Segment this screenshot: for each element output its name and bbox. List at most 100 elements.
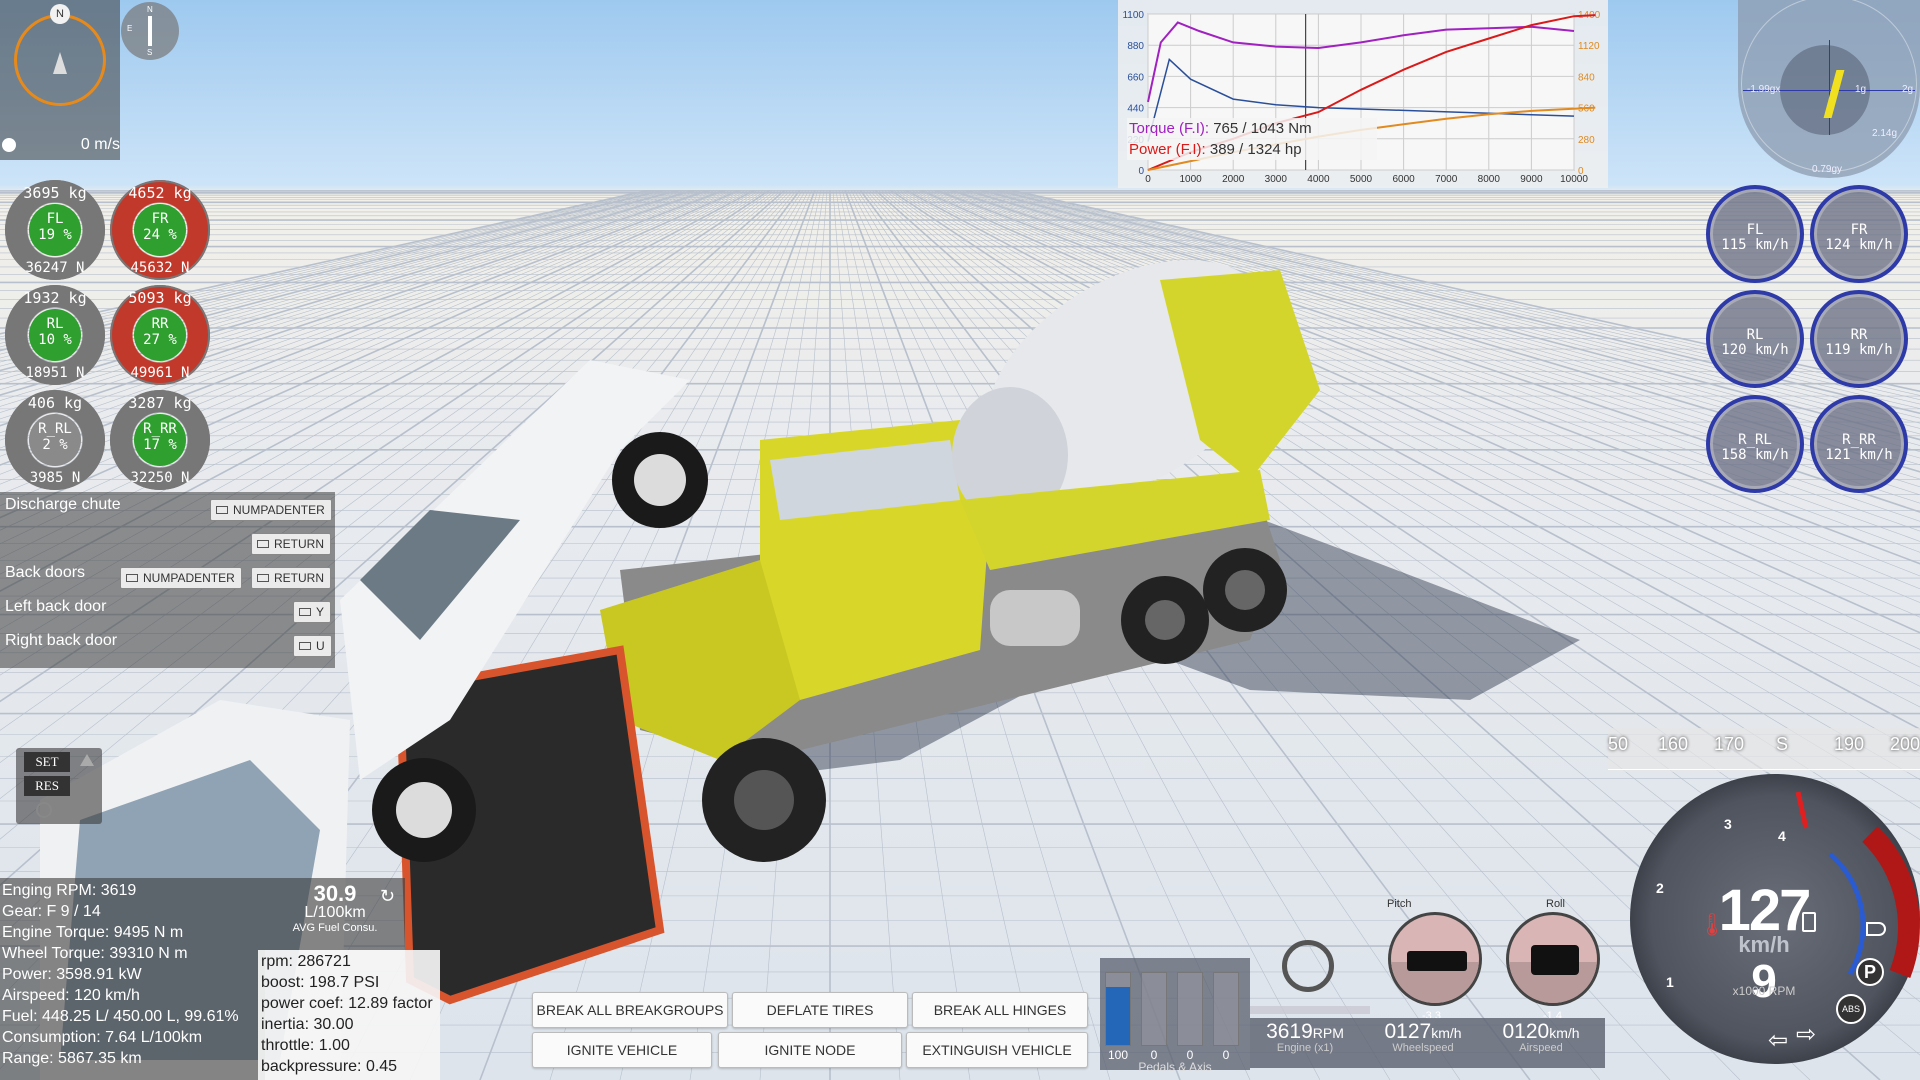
rpm-multiplier-label: x1000 RPM	[1732, 984, 1796, 998]
airspeed-readout: 0120km/h Airspeed	[1486, 1020, 1596, 1054]
x-tick-label: 10000	[1560, 174, 1588, 185]
right-tick-label: 0	[1578, 166, 1584, 177]
torque-legend-value: 765 / 1043 Nm	[1213, 120, 1312, 137]
right-turn-signal-icon: ⇨	[1796, 1021, 1817, 1048]
left-turn-signal-icon: ⇦	[1768, 1027, 1789, 1054]
left-back-door-key-y[interactable]: Y	[293, 601, 332, 623]
back-doors-key-return[interactable]: RETURN	[251, 567, 331, 589]
left-tick-label: 660	[1127, 72, 1144, 83]
debug-boost: boost: 198.7 PSI	[261, 974, 380, 991]
ignite-node-button[interactable]: IGNITE NODE	[718, 1032, 902, 1068]
key-label: NUMPADENTER	[143, 571, 235, 585]
wheel-load-force: 45632 N	[130, 260, 190, 276]
keyboard-icon	[126, 574, 138, 582]
cruise-up-icon[interactable]	[80, 754, 94, 766]
consumption-text: Consumption: 7.64 L/100km	[2, 1029, 203, 1046]
keyboard-icon	[299, 608, 311, 616]
wheel-speed-value: 120 km/h	[1721, 342, 1789, 358]
discharge-chute-key-numpadenter[interactable]: NUMPADENTER	[210, 499, 332, 521]
wheel-load-mass: 5093 kg	[128, 289, 192, 307]
wheel-load-id: RR	[151, 316, 169, 332]
break-all-breakgroups-button[interactable]: BREAK ALL BREAKGROUPS	[532, 992, 728, 1028]
fuel-icon	[1802, 912, 1816, 932]
ignite-vehicle-button[interactable]: IGNITE VEHICLE	[532, 1032, 712, 1068]
wheel-load-percent: 27 %	[143, 332, 177, 348]
roll-label: Roll	[1546, 898, 1565, 910]
clutch-bar	[1177, 972, 1203, 1046]
fuel-text: Fuel: 448.25 L/ 450.00 L, 99.61%	[2, 1008, 239, 1025]
wheel-load-mass: 406 kg	[27, 394, 83, 412]
compass-north: N	[147, 5, 153, 14]
wheel-load-mass: 3695 kg	[23, 184, 87, 202]
wheel-load-mass: 3287 kg	[128, 394, 192, 412]
x-tick-label: 1000	[1179, 174, 1202, 185]
steering-bar	[1250, 1006, 1370, 1014]
compass: N S E	[121, 2, 179, 60]
wheel-load-force: 49961 N	[130, 365, 190, 381]
power-text: Power: 3598.91 kW	[2, 966, 142, 983]
wheel-speed-fl: FL 115 km/h	[1706, 185, 1804, 283]
wheel-speed-value: 158 km/h	[1721, 447, 1789, 463]
cruise-res-button[interactable]: RES	[24, 776, 70, 796]
wheel-load-percent: 2 %	[42, 437, 68, 453]
right-back-door-label: Right back door	[5, 632, 118, 649]
left-tick-label: 1100	[1122, 10, 1144, 21]
wheel-speed-rl: RL 120 km/h	[1706, 290, 1804, 388]
g-side-value: 2.14g	[1872, 128, 1898, 139]
break-all-hinges-button[interactable]: BREAK ALL HINGES	[912, 992, 1088, 1028]
airspeed-value: 0120	[1502, 1020, 1550, 1043]
key-label: RETURN	[274, 571, 324, 585]
wheelspeed-readout: 0127km/h Wheelspeed	[1368, 1020, 1478, 1054]
right-tick-label: 1120	[1578, 41, 1600, 52]
engine-rpm-text: Enging RPM: 3619	[2, 882, 137, 899]
x-tick-label: 3000	[1265, 174, 1288, 185]
wheel-load-rr: 5093 kg RR 27 % 49961 N	[110, 285, 210, 385]
reset-icon[interactable]: ↻	[380, 886, 395, 907]
g-y-value: 0.79gy	[1812, 164, 1843, 175]
wheel-speed-text: FL 115 km/h	[1710, 223, 1800, 253]
wheel-speed-label: R_RR	[1842, 432, 1876, 448]
wheel-load-label: RR 27 %	[110, 316, 210, 348]
deflate-tires-button[interactable]: DEFLATE TIRES	[732, 992, 908, 1028]
speed-dot	[2, 138, 16, 152]
left-tick-label: 440	[1127, 104, 1144, 115]
key-label: NUMPADENTER	[233, 503, 325, 517]
left-tick-label: 0	[1138, 166, 1144, 177]
right-back-door-key-u[interactable]: U	[293, 635, 332, 657]
wheel-load-id: FR	[151, 211, 169, 227]
cruise-control: SET RES	[16, 748, 102, 824]
discharge-chute-key-return[interactable]: RETURN	[251, 533, 331, 555]
wheel-speed-label: R_RL	[1738, 432, 1772, 448]
steering-wheel-icon	[1282, 940, 1334, 992]
rpm-caption: Engine (x1)	[1276, 1042, 1334, 1054]
x-tick-label: 7000	[1435, 174, 1458, 185]
wheel-speed-text: R_RR 121 km/h	[1814, 433, 1904, 463]
g-two-label: 2g	[1902, 84, 1914, 95]
minimap: N 0 m/s	[0, 0, 120, 160]
power-legend-value: 389 / 1324 hp	[1209, 141, 1302, 158]
wheel-load-label: FL 19 %	[5, 211, 105, 243]
pitch-label: Pitch	[1387, 898, 1412, 910]
wheel-speed-label: FL	[1746, 222, 1764, 238]
roll-indicator	[1506, 912, 1600, 1006]
tape-mark: 160	[1658, 734, 1689, 754]
pitch-indicator	[1388, 912, 1482, 1006]
x-tick-label: 5000	[1350, 174, 1373, 185]
left-tick-label: 880	[1127, 41, 1144, 52]
wheel-speed-label: RL	[1746, 327, 1764, 343]
airspeed-unit: km/h	[1549, 1025, 1580, 1041]
readout-strip: 3619RPM Engine (x1) 0127km/h Wheelspeed …	[1250, 1018, 1605, 1068]
headlight-icon	[1866, 922, 1886, 936]
wheel-load-r-rr: 3287 kg R_RR 17 % 32250 N	[110, 390, 210, 490]
back-doors-key-numpadenter[interactable]: NUMPADENTER	[120, 567, 242, 589]
cruise-set-button[interactable]: SET	[24, 752, 70, 772]
wheelspeed-value: 0127	[1384, 1020, 1432, 1043]
engine-rpm-readout: 3619RPM Engine (x1)	[1250, 1020, 1360, 1054]
torque-power-graph: 0 1000 2000 3000 4000 5000 6000 7000 8000 9000 100…	[1118, 0, 1608, 188]
wheel-load-label: FR 24 %	[110, 211, 210, 243]
wheel-speed-value: 119 km/h	[1825, 342, 1893, 358]
gear-text: Gear: F 9 / 14	[2, 903, 101, 920]
extinguish-vehicle-button[interactable]: EXTINGUISH VEHICLE	[906, 1032, 1088, 1068]
rpm-tick: 4	[1778, 828, 1786, 844]
wheel-load-percent: 10 %	[38, 332, 72, 348]
